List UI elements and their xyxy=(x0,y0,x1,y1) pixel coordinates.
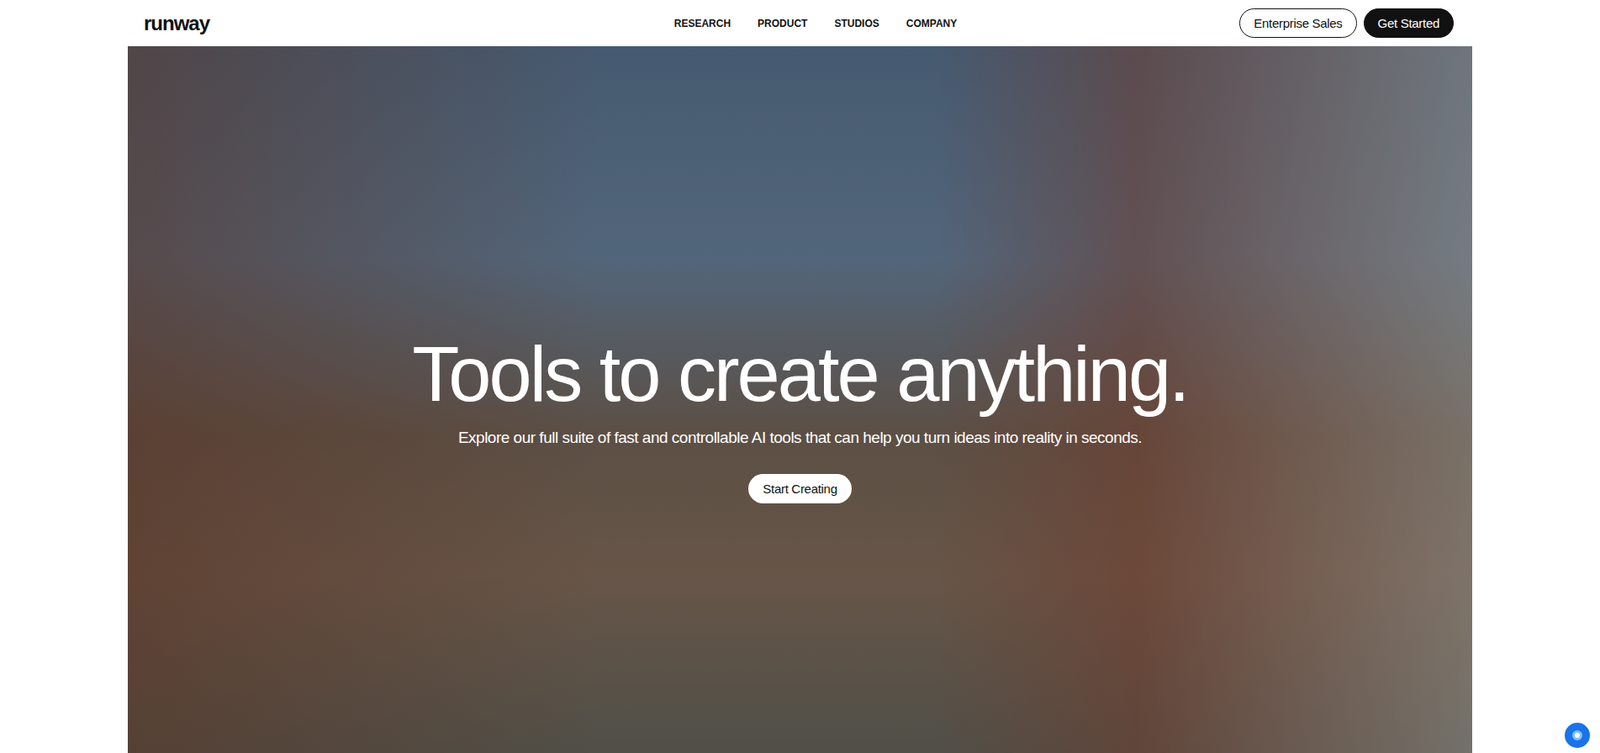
start-creating-button[interactable]: Start Creating xyxy=(748,474,851,504)
chat-icon xyxy=(1571,729,1584,742)
nav-actions: Enterprise SalesGet Started xyxy=(1239,8,1454,38)
hero-content: Tools to create anything. Explore our fu… xyxy=(127,46,1473,504)
hero-title: Tools to create anything. xyxy=(411,332,1188,418)
hero-subtitle: Explore our full suite of fast and contr… xyxy=(458,428,1142,448)
chat-widget[interactable] xyxy=(1564,723,1590,749)
nav-button[interactable]: Get Started xyxy=(1363,8,1454,38)
nav-link[interactable]: RESEARCH xyxy=(674,17,731,30)
page: runway RESEARCH PRODUCT STUDIOS COMPANY Ent… xyxy=(0,0,1600,753)
nav-link[interactable]: COMPANY xyxy=(906,17,957,30)
logo[interactable]: runway xyxy=(143,11,210,36)
hero: Tools to create anything. Explore our fu… xyxy=(127,46,1473,753)
nav-link[interactable]: PRODUCT xyxy=(757,17,808,30)
nav-link[interactable]: STUDIOS xyxy=(834,17,879,30)
nav-button[interactable]: Enterprise Sales xyxy=(1239,8,1357,38)
nav-links: RESEARCH PRODUCT STUDIOS COMPANY xyxy=(674,17,957,30)
top-nav: runway RESEARCH PRODUCT STUDIOS COMPANY Ent… xyxy=(0,0,1600,47)
